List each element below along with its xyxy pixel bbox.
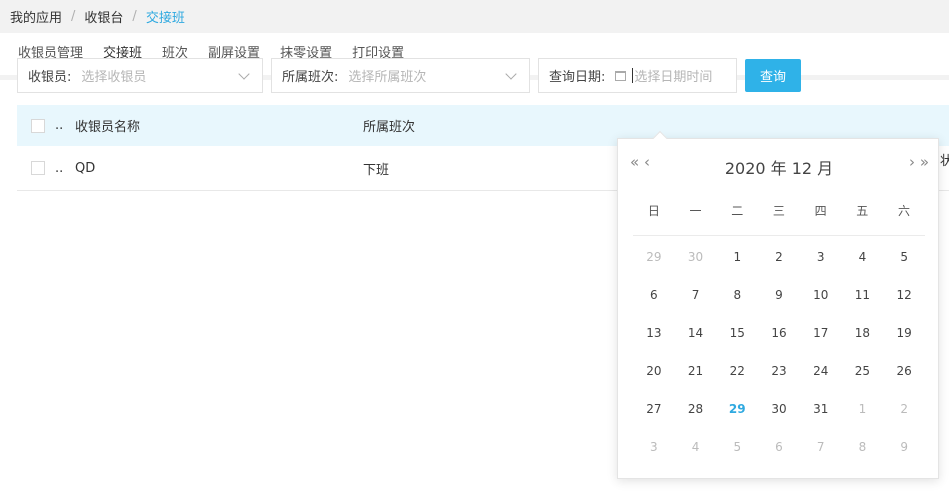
breadcrumb-separator: / — [132, 9, 137, 24]
calendar-day[interactable]: 12 — [883, 276, 925, 314]
query-button[interactable]: 查询 — [745, 59, 801, 92]
calendar-day[interactable]: 20 — [633, 352, 675, 390]
date-label: 查询日期: — [549, 70, 606, 85]
calendar-day[interactable]: 3 — [800, 238, 842, 276]
calendar-day[interactable]: 14 — [675, 314, 717, 352]
calendar-day[interactable]: 25 — [842, 352, 884, 390]
breadcrumb-item-my-apps[interactable]: 我的应用 — [10, 7, 62, 26]
weekday-mon: 一 — [689, 204, 702, 218]
calendar-day[interactable]: 19 — [883, 314, 925, 352]
calendar-day[interactable]: 26 — [883, 352, 925, 390]
weekday-wed: 三 — [772, 204, 785, 218]
calendar-day[interactable]: 4 — [842, 238, 884, 276]
shift-select[interactable]: 所属班次: 选择所属班次 — [271, 58, 530, 93]
calendar-day[interactable]: 21 — [675, 352, 717, 390]
calendar-day[interactable]: 17 — [800, 314, 842, 352]
calendar-day[interactable]: 5 — [716, 428, 758, 466]
breadcrumb-item-cashier[interactable]: 收银台 — [84, 7, 123, 26]
weekday-sun: 日 — [647, 204, 660, 218]
calendar-day[interactable]: 3 — [633, 428, 675, 466]
select-all-checkbox[interactable] — [31, 118, 45, 133]
column-header-cashier-name: 收银员名称 — [75, 120, 141, 135]
date-picker-popup: « ‹ 2020 年 12 月 › » 日 一 二 三 四 五 六 29 30 … — [617, 130, 940, 479]
calendar-day[interactable]: 2 — [883, 390, 925, 428]
calendar-day[interactable]: 13 — [633, 314, 675, 352]
calendar-day[interactable]: 24 — [800, 352, 842, 390]
calendar-title: 2020 年 12 月 — [724, 159, 834, 178]
calendar-day[interactable]: 29 — [633, 238, 675, 276]
calendar-day[interactable]: 18 — [842, 314, 884, 352]
calendar-day[interactable]: 2 — [758, 238, 800, 276]
calendar-header: « ‹ 2020 年 12 月 › » — [618, 139, 940, 191]
calendar-day[interactable]: 6 — [633, 276, 675, 314]
calendar-day[interactable]: 28 — [675, 390, 717, 428]
cashier-placeholder: 选择收银员 — [81, 70, 147, 85]
cell-shift: 下班 — [363, 162, 390, 178]
calendar-days: 29 30 1 2 3 4 5 6 7 8 9 10 11 12 13 14 1… — [633, 238, 925, 466]
calendar-day[interactable]: 11 — [842, 276, 884, 314]
weekday-thu: 四 — [814, 204, 827, 218]
calendar-day[interactable]: 22 — [716, 352, 758, 390]
calendar-day[interactable]: 10 — [800, 276, 842, 314]
next-month-button[interactable]: › — [909, 153, 915, 171]
calendar-day[interactable]: 8 — [716, 276, 758, 314]
breadcrumb-separator: / — [71, 9, 76, 24]
shift-placeholder: 选择所属班次 — [348, 70, 427, 85]
calendar-day[interactable]: 5 — [883, 238, 925, 276]
row-overflow: .. — [55, 160, 64, 176]
calendar-day[interactable]: 9 — [883, 428, 925, 466]
shift-label: 所属班次: — [282, 70, 339, 85]
chevron-down-icon — [505, 67, 517, 80]
calendar-day[interactable]: 7 — [800, 428, 842, 466]
calendar-day[interactable]: 16 — [758, 314, 800, 352]
weekday-fri: 五 — [856, 204, 869, 218]
date-placeholder: 选择日期时间 — [634, 70, 713, 85]
row-checkbox[interactable] — [31, 161, 45, 175]
cashier-label: 收银员: — [28, 70, 72, 85]
chevron-down-icon — [238, 67, 250, 80]
calendar-day-today[interactable]: 29 — [716, 390, 758, 428]
text-caret — [632, 68, 634, 83]
calendar-day[interactable]: 7 — [675, 276, 717, 314]
cell-cashier-name: QD — [75, 160, 96, 176]
weekday-tue: 二 — [731, 204, 744, 218]
cashier-select[interactable]: 收银员: 选择收银员 — [17, 58, 263, 93]
calendar-day[interactable]: 15 — [716, 314, 758, 352]
calendar-day[interactable]: 30 — [675, 238, 717, 276]
calendar-day[interactable]: 6 — [758, 428, 800, 466]
next-year-button[interactable]: » — [920, 153, 929, 171]
calendar-day[interactable]: 1 — [716, 238, 758, 276]
column-header-status-partial: 状 — [940, 154, 949, 169]
weekday-header: 日 一 二 三 四 五 六 — [633, 202, 925, 236]
date-input[interactable]: 查询日期: 选择日期时间 — [538, 58, 737, 93]
calendar-icon — [615, 70, 627, 81]
calendar-day[interactable]: 30 — [758, 390, 800, 428]
weekday-sat: 六 — [897, 204, 910, 218]
calendar-day[interactable]: 1 — [842, 390, 884, 428]
breadcrumb: 我的应用 / 收银台 / 交接班 — [10, 0, 185, 33]
calendar-day[interactable]: 8 — [842, 428, 884, 466]
column-header-shift: 所属班次 — [363, 120, 416, 135]
calendar-day[interactable]: 27 — [633, 390, 675, 428]
breadcrumb-current: 交接班 — [145, 11, 185, 26]
column-overflow: .. — [55, 118, 64, 133]
calendar-day[interactable]: 9 — [758, 276, 800, 314]
calendar-day[interactable]: 31 — [800, 390, 842, 428]
calendar-day[interactable]: 23 — [758, 352, 800, 390]
calendar-day[interactable]: 4 — [675, 428, 717, 466]
